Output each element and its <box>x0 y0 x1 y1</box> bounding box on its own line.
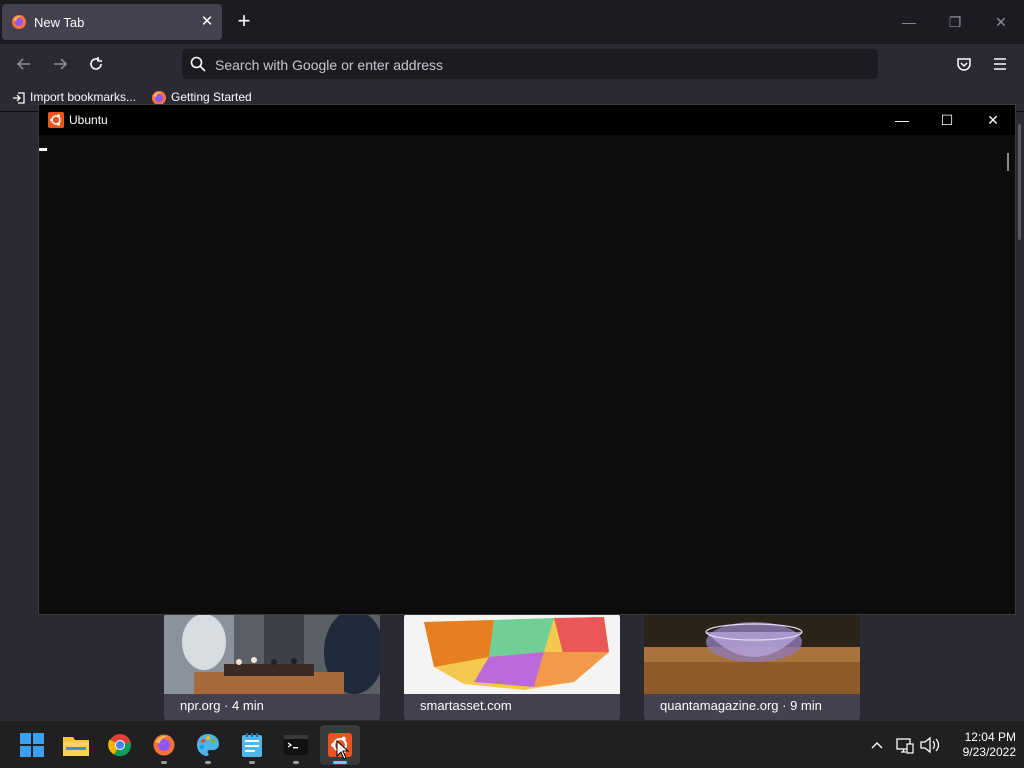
folder-icon <box>63 737 89 756</box>
reload-button[interactable] <box>84 52 108 76</box>
terminal-cursor <box>39 148 47 151</box>
bookmark-import[interactable]: Import bookmarks... <box>12 90 136 105</box>
forward-button[interactable] <box>48 52 72 76</box>
import-icon <box>13 92 25 104</box>
paint-icon <box>197 734 219 756</box>
clock[interactable]: 12:04 PM 9/23/2022 <box>944 730 1016 760</box>
tab-close-button[interactable]: ✕ <box>198 12 216 30</box>
ubuntu-terminal-window[interactable]: Ubuntu — ☐ ✕ <box>38 104 1016 615</box>
taskbar-firefox[interactable] <box>144 725 184 765</box>
pocket-button[interactable] <box>952 52 976 76</box>
mouse-cursor-icon <box>336 740 350 760</box>
chrome-icon <box>108 734 132 757</box>
terminal-icon <box>284 735 308 755</box>
firefox-icon <box>153 734 175 756</box>
terminal-title: Ubuntu <box>69 113 108 127</box>
taskbar-paint[interactable] <box>188 725 228 765</box>
network-icon <box>896 738 914 754</box>
running-indicator <box>205 761 211 764</box>
hamburger-menu-icon <box>994 58 1006 70</box>
story-thumbnail <box>404 612 620 694</box>
story-thumbnail <box>644 612 860 694</box>
story-source: quantamagazine.org · 9 min <box>660 698 822 713</box>
taskbar-chrome[interactable] <box>100 725 140 765</box>
terminal-minimize-button[interactable]: — <box>887 108 917 132</box>
tab-title: New Tab <box>34 15 85 30</box>
bookmark-label: Getting Started <box>171 90 252 105</box>
reload-icon <box>90 57 102 70</box>
taskbar-file-explorer[interactable] <box>56 725 96 765</box>
terminal-scrollbar[interactable] <box>1007 153 1009 171</box>
arrow-right-icon <box>54 58 68 70</box>
tab-strip: New Tab ✕ + — ❐ ✕ <box>0 0 1024 44</box>
terminal-title-bar[interactable]: Ubuntu — ☐ ✕ <box>39 105 1015 135</box>
ubuntu-icon <box>48 112 64 128</box>
app-menu-button[interactable] <box>988 52 1012 76</box>
story-card[interactable]: npr.org · 4 min <box>164 612 380 722</box>
page-scrollbar[interactable] <box>1018 124 1021 240</box>
windows-start-icon <box>20 733 44 757</box>
taskbar: 12:04 PM 9/23/2022 <box>0 720 1024 768</box>
arrow-left-icon <box>16 58 30 70</box>
clock-date: 9/23/2022 <box>962 745 1016 759</box>
story-card[interactable]: smartasset.com <box>404 612 620 722</box>
firefox-icon <box>12 15 26 29</box>
volume-icon <box>920 736 940 754</box>
pocket-icon <box>957 58 971 71</box>
tray-overflow-button[interactable] <box>870 735 884 755</box>
navigation-toolbar: Search with Google or enter address <box>0 44 1024 84</box>
restore-button[interactable]: ❐ <box>943 10 967 34</box>
running-indicator <box>161 761 167 764</box>
address-bar-placeholder: Search with Google or enter address <box>215 57 444 73</box>
terminal-close-button[interactable]: ✕ <box>978 108 1008 132</box>
story-source: npr.org · 4 min <box>180 698 264 713</box>
network-button[interactable] <box>896 735 914 757</box>
story-thumbnail <box>164 612 380 694</box>
notepad-icon <box>242 733 262 757</box>
running-indicator <box>293 761 299 764</box>
search-icon <box>190 56 206 72</box>
story-card[interactable]: quantamagazine.org · 9 min <box>644 612 860 722</box>
chevron-up-icon <box>871 742 883 749</box>
terminal-maximize-button[interactable]: ☐ <box>932 108 962 132</box>
minimize-button[interactable]: — <box>897 10 921 34</box>
active-indicator <box>333 761 347 764</box>
taskbar-terminal[interactable] <box>276 725 316 765</box>
volume-button[interactable] <box>920 735 940 757</box>
clock-time: 12:04 PM <box>964 730 1016 744</box>
running-indicator <box>249 761 255 764</box>
back-button[interactable] <box>12 52 36 76</box>
new-tab-button[interactable]: + <box>232 10 256 34</box>
start-button[interactable] <box>12 725 52 765</box>
tab-new-tab[interactable]: New Tab ✕ <box>2 4 222 40</box>
story-source: smartasset.com <box>420 698 512 713</box>
close-window-button[interactable]: ✕ <box>989 10 1013 34</box>
taskbar-notepad[interactable] <box>232 725 272 765</box>
bookmark-label: Import bookmarks... <box>30 90 137 104</box>
address-bar[interactable]: Search with Google or enter address <box>182 49 878 79</box>
